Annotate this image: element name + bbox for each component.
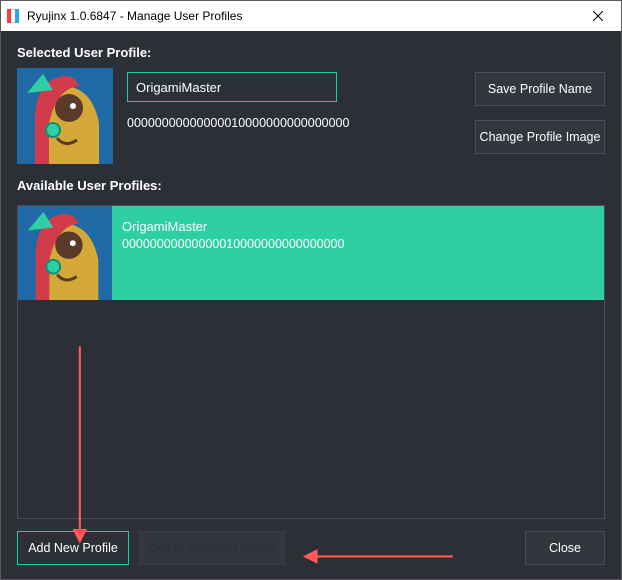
profile-item-avatar [18,206,112,300]
selected-profile-row: 00000000000000010000000000000000 Save Pr… [17,68,605,164]
window-close-button[interactable] [575,1,621,31]
close-icon [593,11,603,21]
avatar-image [17,68,113,164]
profile-item-uid: 00000000000000010000000000000000 [122,236,594,253]
selected-profile-label: Selected User Profile: [17,45,605,60]
window-frame: Ryujinx 1.0.6847 - Manage User Profiles … [0,0,622,580]
add-new-profile-button[interactable]: Add New Profile [17,531,129,565]
profile-action-buttons: Save Profile Name Change Profile Image [475,68,605,154]
profile-uid: 00000000000000010000000000000000 [127,116,461,130]
title-bar: Ryujinx 1.0.6847 - Manage User Profiles [1,1,621,31]
selected-profile-fields: 00000000000000010000000000000000 [127,68,461,130]
selected-profile-avatar [17,68,113,164]
profile-item-meta: OrigamiMaster 00000000000000010000000000… [112,206,604,300]
bottom-button-row: Add New Profile Delete Selected Profile … [17,531,605,565]
content-area: Selected User Profile: 00000000000000010… [1,31,621,579]
avatar-image [18,206,112,300]
app-icon [7,9,21,23]
profile-list-item[interactable]: OrigamiMaster 00000000000000010000000000… [18,206,604,300]
delete-selected-profile-button: Delete Selected Profile [139,531,285,565]
profile-item-name: OrigamiMaster [122,218,594,236]
available-profiles-list[interactable]: OrigamiMaster 00000000000000010000000000… [17,205,605,519]
available-profiles-label: Available User Profiles: [17,178,605,193]
change-profile-image-button[interactable]: Change Profile Image [475,120,605,154]
save-profile-name-button[interactable]: Save Profile Name [475,72,605,106]
close-button[interactable]: Close [525,531,605,565]
window-title: Ryujinx 1.0.6847 - Manage User Profiles [27,9,242,23]
profile-name-input[interactable] [127,72,337,102]
